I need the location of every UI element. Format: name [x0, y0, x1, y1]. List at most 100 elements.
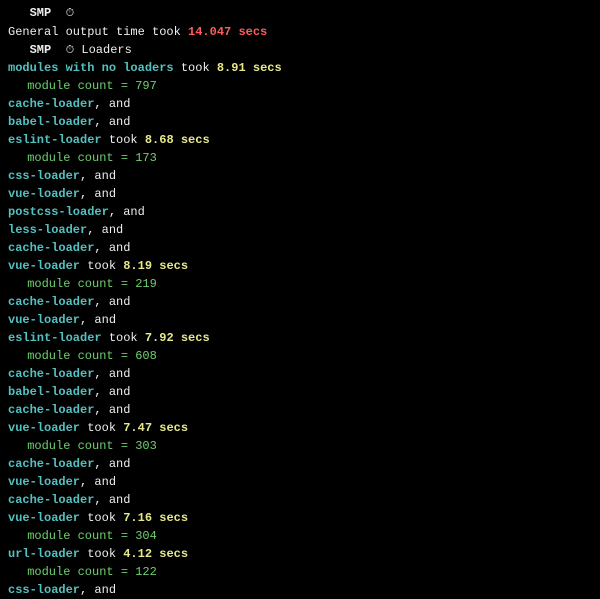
loader-chain-line: cache-loader, and: [8, 401, 592, 419]
module-count-line: module count = 219: [8, 275, 592, 293]
loader-chain-line: less-loader, and: [8, 221, 592, 239]
time-value: 7.16 secs: [123, 511, 188, 525]
general-prefix: General output time took: [8, 25, 188, 39]
loader-chain-line: postcss-loader, and: [8, 203, 592, 221]
time-value: 7.92 secs: [145, 331, 210, 345]
and-text: , and: [94, 493, 130, 507]
time-value: 7.47 secs: [123, 421, 188, 435]
module-count-line: module count = 122: [8, 563, 592, 581]
loader-chain-line: cache-loader, and: [8, 365, 592, 383]
loader-chain-line: vue-loader, and: [8, 311, 592, 329]
time-value: 8.19 secs: [123, 259, 188, 273]
module-count: module count = 173: [20, 151, 157, 165]
took-text: took: [80, 421, 123, 435]
and-text: , and: [109, 205, 145, 219]
module-count: module count = 608: [20, 349, 157, 363]
loader-name: cache-loader: [8, 493, 94, 507]
loader-name: postcss-loader: [8, 205, 109, 219]
loader-name: cache-loader: [8, 403, 94, 417]
took-text: took: [80, 547, 123, 561]
stopwatch-icon: ⏱: [66, 6, 75, 23]
and-text: , and: [94, 385, 130, 399]
loader-name: vue-loader: [8, 511, 80, 525]
module-count-line: module count = 303: [8, 437, 592, 455]
module-count: module count = 797: [20, 79, 157, 93]
general-time: 14.047 secs: [188, 25, 267, 39]
and-text: , and: [94, 97, 130, 111]
loader-name: css-loader: [8, 169, 80, 183]
took-text: took: [102, 133, 145, 147]
loader-chain-line: babel-loader, and: [8, 383, 592, 401]
loader-chain-line: vue-loader took 7.16 secs: [8, 509, 592, 527]
module-count-line: module count = 608: [8, 347, 592, 365]
loader-name: vue-loader: [8, 475, 80, 489]
loader-chain-line: vue-loader took 8.19 secs: [8, 257, 592, 275]
loader-name: less-loader: [8, 223, 87, 237]
loader-name: babel-loader: [8, 115, 94, 129]
loader-chain-line: css-loader, and: [8, 167, 592, 185]
loader-name: url-loader: [8, 547, 80, 561]
and-text: , and: [80, 583, 116, 597]
loader-chain-line: eslint-loader took 7.92 secs: [8, 329, 592, 347]
loader-name: cache-loader: [8, 295, 94, 309]
loader-chain-line: cache-loader, and: [8, 239, 592, 257]
time-value: 8.91 secs: [217, 61, 282, 75]
module-count-line: module count = 173: [8, 149, 592, 167]
smp-header: SMP ⏱: [8, 4, 592, 23]
loader-name: vue-loader: [8, 313, 80, 327]
and-text: , and: [80, 187, 116, 201]
loader-chain-line: cache-loader, and: [8, 455, 592, 473]
loader-name: vue-loader: [8, 187, 80, 201]
loader-name: css-loader: [8, 583, 80, 597]
module-count-line: module count = 797: [8, 77, 592, 95]
stopwatch-icon: ⏱: [66, 43, 75, 60]
smp-label: SMP: [8, 6, 66, 20]
and-text: , and: [80, 475, 116, 489]
module-count: module count = 303: [20, 439, 157, 453]
took-text: took: [102, 331, 145, 345]
loader-name: cache-loader: [8, 241, 94, 255]
loader-chain-line: vue-loader, and: [8, 473, 592, 491]
loader-name: modules with no loaders: [8, 61, 174, 75]
loader-name: vue-loader: [8, 421, 80, 435]
loader-chain-line: vue-loader took 7.47 secs: [8, 419, 592, 437]
and-text: , and: [94, 115, 130, 129]
and-text: , and: [80, 169, 116, 183]
took-text: took: [174, 61, 217, 75]
loader-name: babel-loader: [8, 385, 94, 399]
loader-chain-line: cache-loader, and: [8, 293, 592, 311]
terminal-output: SMP ⏱General output time took 14.047 sec…: [8, 4, 592, 599]
time-value: 8.68 secs: [145, 133, 210, 147]
loader-chain-line: modules with no loaders took 8.91 secs: [8, 59, 592, 77]
loader-name: cache-loader: [8, 457, 94, 471]
time-value: 4.12 secs: [123, 547, 188, 561]
and-text: , and: [94, 241, 130, 255]
loader-chain-line: eslint-loader took 8.68 secs: [8, 131, 592, 149]
general-output-line: General output time took 14.047 secs: [8, 23, 592, 41]
module-count: module count = 122: [20, 565, 157, 579]
and-text: , and: [94, 367, 130, 381]
and-text: , and: [94, 457, 130, 471]
and-text: , and: [94, 295, 130, 309]
loaders-header: SMP ⏱ Loaders: [8, 41, 592, 60]
and-text: , and: [94, 403, 130, 417]
loaders-title: Loaders: [74, 43, 132, 57]
smp-label: SMP: [8, 43, 66, 57]
loader-name: vue-loader: [8, 259, 80, 273]
loader-chain-line: css-loader, and: [8, 581, 592, 599]
module-count-line: module count = 304: [8, 527, 592, 545]
loader-chain-line: url-loader took 4.12 secs: [8, 545, 592, 563]
loader-chain-line: vue-loader, and: [8, 185, 592, 203]
loader-name: eslint-loader: [8, 133, 102, 147]
loader-name: cache-loader: [8, 367, 94, 381]
loader-name: eslint-loader: [8, 331, 102, 345]
took-text: took: [80, 259, 123, 273]
loader-chain-line: babel-loader, and: [8, 113, 592, 131]
loader-chain-line: cache-loader, and: [8, 95, 592, 113]
module-count: module count = 304: [20, 529, 157, 543]
loader-name: cache-loader: [8, 97, 94, 111]
loader-chain-line: cache-loader, and: [8, 491, 592, 509]
and-text: , and: [87, 223, 123, 237]
took-text: took: [80, 511, 123, 525]
module-count: module count = 219: [20, 277, 157, 291]
